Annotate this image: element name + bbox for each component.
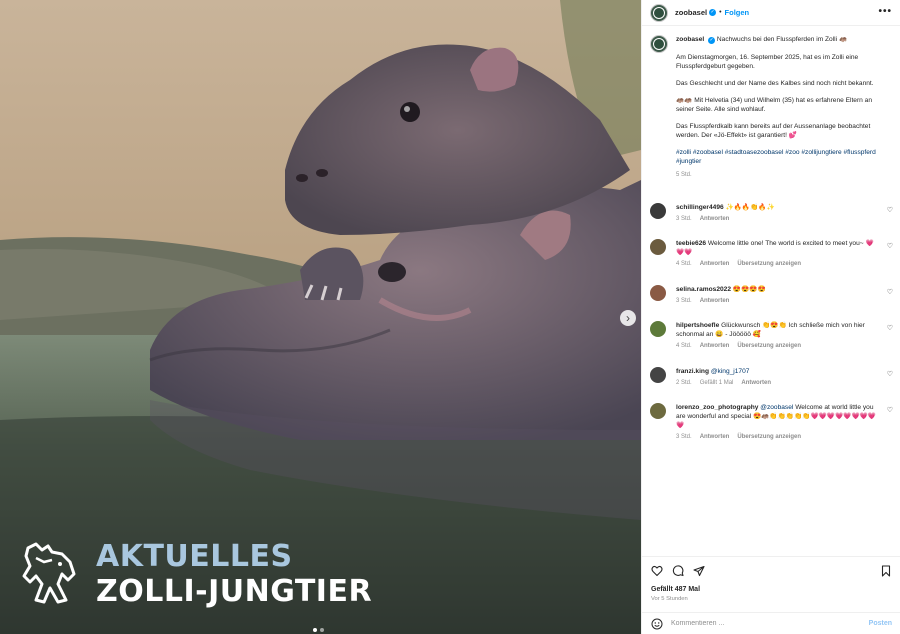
more-horizontal-icon[interactable]: ••• [878,6,892,17]
comment-item: selina.ramos2022 😍😍😍😍 3 Std. Antworten ♡ [642,285,900,306]
carousel-dots [313,628,324,632]
likes-count[interactable]: Gefällt 487 Mal [642,577,900,593]
post-actions: Gefällt 487 Mal Vor 5 Stunden [642,556,900,612]
comment-time: 4 Std. [676,343,692,349]
comment-username[interactable]: teebie626 [676,240,706,247]
share-icon[interactable] [693,565,705,577]
comment-input[interactable] [671,620,861,627]
bookmark-icon[interactable] [880,565,892,577]
comment-avatar[interactable] [650,239,666,255]
reply-button[interactable]: Antworten [700,343,730,349]
comment-icon[interactable] [672,565,684,577]
caption-paragraph-3: 🦛🦛 Mit Helvetia (34) und Wilhelm (35) ha… [676,97,872,113]
reply-button[interactable]: Antworten [700,261,730,267]
caption-time: 5 Std. [676,172,692,178]
comment-time: 4 Std. [676,261,692,267]
translate-button[interactable]: Übersetzung anzeigen [737,343,801,349]
comments-scroll-area[interactable]: zoobasel ✓ Nachwuchs bei den Flusspferde… [642,27,900,555]
post-header: zoobasel ✓ • Folgen ••• [642,0,900,26]
comment-time: 2 Std. [676,380,692,386]
image-overlay-banner: AKTUELLES ZOLLI-JUNGTIER [22,540,372,610]
comment-like-heart-icon[interactable]: ♡ [887,288,893,296]
reply-button[interactable]: Antworten [700,434,730,440]
caption-avatar[interactable] [650,35,668,53]
post-timestamp: Vor 5 Stunden [651,596,688,602]
comment-like-heart-icon[interactable]: ♡ [887,206,893,214]
emoji-icon[interactable] [651,618,663,630]
carousel-dot-active [313,628,317,632]
comment-item: schillinger4496 ✨🔥🔥👏🔥✨ 3 Std. Antworten ♡ [642,203,900,224]
reply-button[interactable]: Antworten [700,216,730,222]
comment-time: 3 Std. [676,434,692,440]
profile-avatar[interactable] [650,3,668,22]
header-separator: • [719,9,722,16]
comment-like-heart-icon[interactable]: ♡ [887,406,893,414]
translate-button[interactable]: Übersetzung anzeigen [737,261,801,267]
comment-time: 3 Std. [676,298,692,304]
comment-avatar[interactable] [650,403,666,419]
carousel-dot [320,628,324,632]
post-caption: zoobasel ✓ Nachwuchs bei den Flusspferde… [642,27,900,180]
zolli-giraffe-logo-icon [22,542,76,604]
caption-headline: Nachwuchs bei den Flusspferden im Zolli … [716,36,848,43]
comment-avatar[interactable] [650,203,666,219]
comment-time: 3 Std. [676,216,692,222]
overlay-title-line1: AKTUELLES [96,539,293,574]
comment-username[interactable]: franzi.king [676,368,709,375]
comment-text: ✨🔥🔥👏🔥✨ [725,204,775,211]
caption-username[interactable]: zoobasel [676,36,704,43]
header-username[interactable]: zoobasel [675,8,707,17]
post-image: › AKTUELLES ZOLLI-JUNGTIER [0,0,641,634]
caption-paragraph-1: Am Dienstagmorgen, 16. September 2025, h… [676,54,859,70]
comment-username[interactable]: hilpertshoefle [676,322,719,329]
overlay-title-line2: ZOLLI-JUNGTIER [96,574,373,609]
comment-item: lorenzo_zoo_photography @zoobasel Welcom… [642,403,900,442]
caption-hashtags[interactable]: #zolli #zoobasel #stadtoasezoobasel #zoo… [676,148,891,166]
comment-avatar[interactable] [650,321,666,337]
comment-like-heart-icon[interactable]: ♡ [887,324,893,332]
comment-text: Welcome little one! The world is excited… [676,240,874,256]
comment-item: hilpertshoefle Glückwunsch 👏😍👏 Ich schli… [642,321,900,351]
post-comment-button[interactable]: Posten [869,620,892,627]
comment-likes-count[interactable]: Gefällt 1 Mal [700,380,734,386]
carousel-next-button[interactable]: › [620,310,636,326]
follow-button[interactable]: Folgen [725,8,750,17]
caption-paragraph-2: Das Geschlecht und der Name des Kalbes s… [676,80,874,87]
comment-mention[interactable]: @king_j1707 [711,368,750,375]
comment-text: 😍😍😍😍 [732,286,766,293]
heart-icon[interactable] [651,565,663,577]
verified-badge-icon: ✓ [709,9,717,16]
translate-button[interactable]: Übersetzung anzeigen [737,434,801,440]
comment-like-heart-icon[interactable]: ♡ [887,242,893,250]
comment-avatar[interactable] [650,285,666,301]
reply-button[interactable]: Antworten [741,380,771,386]
comment-mention[interactable]: @zoobasel [760,404,793,411]
comment-item: franzi.king @king_j1707 2 Std. Gefällt 1 … [642,367,900,388]
comment-avatar[interactable] [650,367,666,383]
comment-like-heart-icon[interactable]: ♡ [887,370,893,378]
comment-username[interactable]: selina.ramos2022 [676,286,731,293]
verified-badge-icon: ✓ [708,37,716,44]
post-side-panel: zoobasel ✓ • Folgen ••• zoobasel ✓ Nachw… [641,0,900,634]
comment-username[interactable]: schillinger4496 [676,204,724,211]
reply-button[interactable]: Antworten [700,298,730,304]
add-comment-bar: Posten [642,612,900,634]
caption-paragraph-4: Das Flusspferdkalb kann bereits auf der … [676,123,871,139]
comment-item: teebie626 Welcome little one! The world … [642,239,900,269]
comment-username[interactable]: lorenzo_zoo_photography [676,404,758,411]
